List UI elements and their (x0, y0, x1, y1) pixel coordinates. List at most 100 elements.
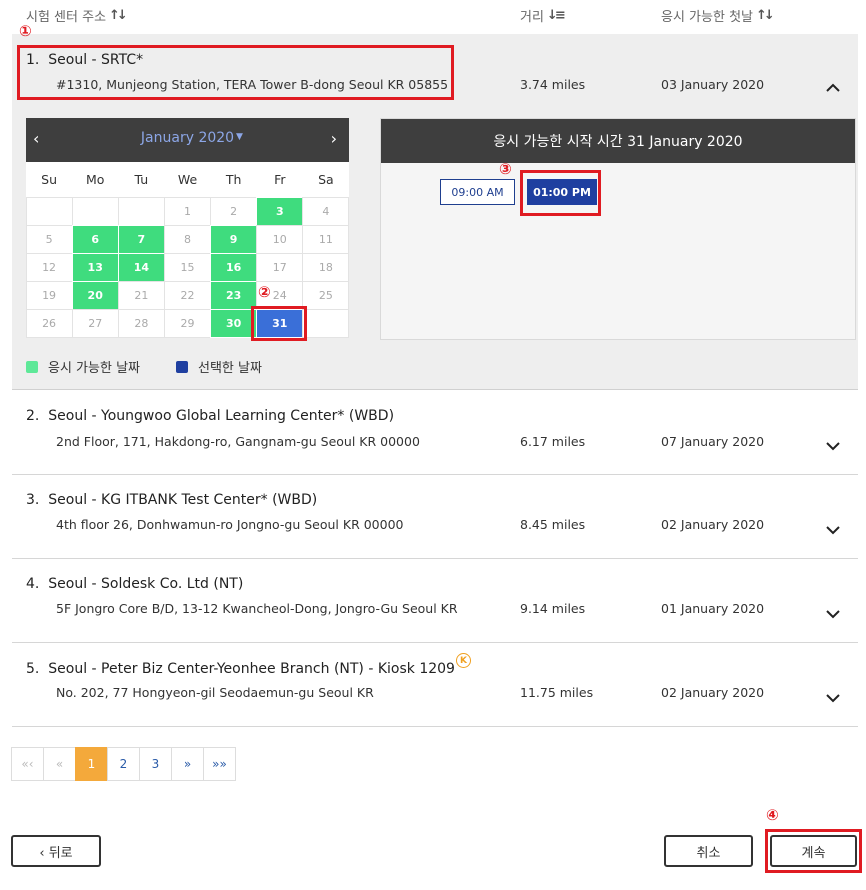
calendar-day: 10 (256, 224, 304, 254)
calendar-day: 18 (302, 252, 350, 282)
legend-label-selected: 선택한 날짜 (198, 361, 262, 376)
column-header-address-label: 시험 센터 주소 (26, 10, 107, 25)
center-row-3[interactable]: 3. Seoul - KG ITBANK Test Center* (WBD) … (12, 475, 858, 558)
row-divider (12, 726, 858, 727)
page-2-button[interactable]: 2 (107, 747, 140, 781)
legend-swatch-available (26, 360, 38, 373)
calendar-day: 5 (25, 224, 73, 254)
center-distance: 6.17 miles (520, 434, 586, 449)
column-header-first-available[interactable]: 응시 가능한 첫날 ↑↓ (661, 6, 775, 25)
calendar-day: 26 (25, 308, 73, 338)
highlight-box-center (17, 45, 454, 100)
center-row-2[interactable]: 2. Seoul - Youngwoo Global Learning Cent… (12, 391, 858, 474)
step-marker-1: ① (19, 22, 32, 40)
column-header-address[interactable]: 시험 센터 주소 ↑↓ (26, 6, 128, 25)
center-first-date: 01 January 2020 (661, 601, 765, 616)
calendar-day: 28 (117, 308, 165, 338)
calendar-empty-cell (117, 196, 165, 226)
center-distance: 9.14 miles (520, 601, 586, 616)
calendar-day: 19 (25, 280, 73, 310)
highlight-box-time (520, 170, 601, 216)
date-picker: ‹ January 2020 ▼ › Su Mo Tu We Th Fr Sa 123456… (25, 118, 350, 338)
calendar-empty-cell (71, 196, 119, 226)
step-marker-4: ④ (766, 806, 779, 824)
calendar-day[interactable]: 16 (210, 252, 258, 282)
calendar-day[interactable]: 13 (71, 252, 119, 282)
center-name: 5. Seoul - Peter Biz Center-Yeonhee Bran… (26, 661, 455, 677)
calendar-day: 27 (71, 308, 119, 338)
legend-available: 응시 가능한 날짜 (26, 357, 140, 376)
calendar-day[interactable]: 3 (256, 196, 304, 226)
calendar-day: 4 (302, 196, 350, 226)
center-distance: 3.74 miles (520, 77, 586, 92)
highlight-box-date (251, 306, 307, 341)
calendar-day: 8 (163, 224, 212, 254)
calendar-day: 25 (302, 280, 350, 310)
last-page-button[interactable]: »» (203, 747, 236, 781)
chevron-down-icon[interactable] (826, 691, 840, 705)
calendar-day[interactable]: 14 (117, 252, 165, 282)
weekday-label: Mo (85, 172, 105, 187)
calendar-day: 21 (117, 280, 165, 310)
calendar-empty-cell (25, 196, 73, 226)
column-header-distance-label: 거리 (520, 10, 544, 25)
calendar-day: 12 (25, 252, 73, 282)
center-row-5[interactable]: 5. Seoul - Peter Biz Center-Yeonhee Bran… (12, 643, 858, 726)
center-address: 2nd Floor, 171, Hakdong-ro, Gangnam-gu S… (56, 434, 420, 449)
first-page-button[interactable]: «‹ (11, 747, 44, 781)
calendar-month[interactable]: January 2020 (26, 130, 349, 146)
center-first-date: 02 January 2020 (661, 517, 765, 532)
page-1-button[interactable]: 1 (75, 747, 108, 781)
calendar-day[interactable]: 9 (210, 224, 258, 254)
center-name: 3. Seoul - KG ITBANK Test Center* (WBD) (26, 492, 318, 508)
column-header-first-available-label: 응시 가능한 첫날 (661, 10, 753, 25)
chevron-down-icon[interactable]: ▼ (236, 132, 243, 142)
legend-selected: 선택한 날짜 (176, 357, 262, 376)
back-button[interactable]: ‹ 뒤로 (11, 835, 101, 867)
legend-swatch-selected (176, 360, 188, 373)
step-marker-3: ③ (499, 160, 512, 178)
sort-icon: ↑↓ (109, 8, 128, 23)
calendar-day[interactable]: 20 (71, 280, 119, 310)
next-page-button[interactable]: » (171, 747, 204, 781)
weekday-label: Th (225, 172, 242, 187)
pagination: «‹ « 1 2 3 » »» (11, 747, 236, 781)
center-row-4[interactable]: 4. Seoul - Soldesk Co. Ltd (NT) 5F Jongr… (12, 559, 858, 642)
calendar-header: ‹ January 2020 ▼ › (26, 118, 349, 162)
calendar-day[interactable]: 7 (117, 224, 165, 254)
cancel-button[interactable]: 취소 (664, 835, 753, 867)
center-distance: 11.75 miles (520, 685, 594, 700)
column-header-distance[interactable]: 거리 ↓≡ (520, 6, 566, 25)
next-month-button[interactable]: › (331, 129, 337, 148)
calendar-day: 2 (210, 196, 258, 226)
kiosk-badge-icon: K (456, 653, 471, 668)
center-name: 2. Seoul - Youngwoo Global Learning Cent… (26, 408, 395, 424)
calendar-weekdays: Su Mo Tu We Th Fr Sa (26, 162, 349, 197)
page-3-button[interactable]: 3 (139, 747, 172, 781)
prev-page-button[interactable]: « (43, 747, 76, 781)
time-slot-panel: 응시 가능한 시작 시간 31 January 2020 09:00 AM 01… (380, 118, 856, 340)
sort-ascending-icon: ↓≡ (546, 8, 566, 23)
chevron-up-icon[interactable] (826, 81, 840, 95)
center-first-date: 07 January 2020 (661, 434, 765, 449)
chevron-down-icon[interactable] (826, 523, 840, 537)
calendar-day: 17 (256, 252, 304, 282)
time-slot-0900[interactable]: 09:00 AM (440, 179, 515, 205)
chevron-down-icon[interactable] (826, 439, 840, 453)
weekday-label: Tu (134, 172, 149, 187)
center-address: 5F Jongro Core B/D, 13-12 Kwancheol-Dong… (56, 601, 458, 616)
center-first-date: 03 January 2020 (661, 77, 765, 92)
calendar-empty-cell (302, 308, 350, 338)
chevron-down-icon[interactable] (826, 607, 840, 621)
time-panel-title: 응시 가능한 시작 시간 31 January 2020 (381, 119, 855, 163)
step-marker-2: ② (258, 283, 271, 301)
weekday-label: We (177, 172, 198, 187)
calendar-day: 11 (302, 224, 350, 254)
sort-icon: ↑↓ (756, 8, 775, 23)
calendar-day[interactable]: 6 (71, 224, 119, 254)
legend-label-available: 응시 가능한 날짜 (48, 361, 140, 376)
weekday-label: Fr (274, 172, 286, 187)
highlight-box-continue (765, 829, 862, 873)
calendar-day: 1 (163, 196, 212, 226)
center-name: 4. Seoul - Soldesk Co. Ltd (NT) (26, 576, 244, 592)
